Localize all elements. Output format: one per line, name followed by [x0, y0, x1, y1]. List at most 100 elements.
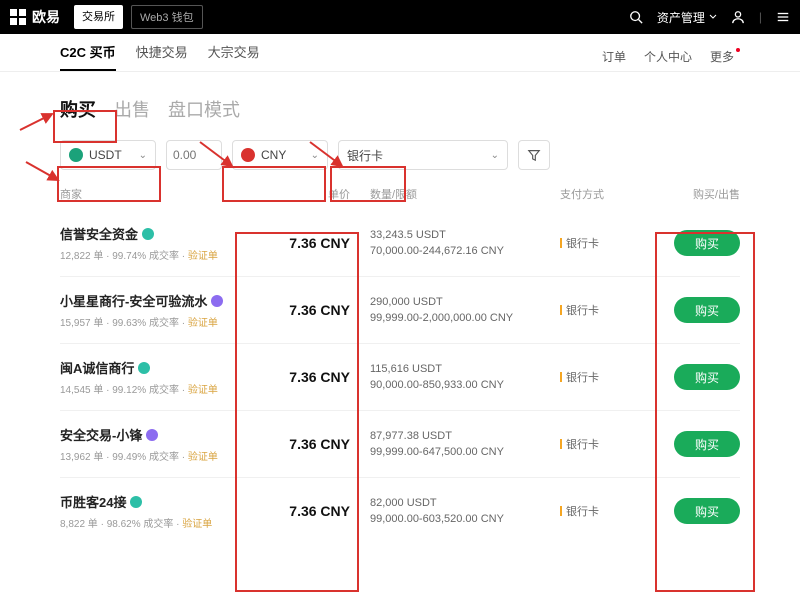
- coin-select-value: USDT: [89, 148, 122, 162]
- col-merchant: 商家: [60, 186, 260, 202]
- usdt-icon: [69, 148, 83, 162]
- qty-limit: 290,000 USDT99,999.00-2,000,000.00 CNY: [360, 294, 560, 327]
- payment-method: 银行卡: [560, 503, 650, 519]
- filter-button[interactable]: [518, 140, 550, 170]
- mode-tab-buy[interactable]: 购买: [60, 96, 96, 122]
- subnav-block[interactable]: 大宗交易: [208, 42, 260, 71]
- col-price: 单价: [260, 186, 360, 202]
- logo-icon: [10, 9, 26, 25]
- table-row: 币胜客24接 8,822 单 · 98.62% 成交率 · 验证单7.36 CNY…: [60, 477, 740, 544]
- payment-method: 银行卡: [560, 302, 650, 318]
- payment-select[interactable]: 银行卡 ⌄: [338, 140, 508, 170]
- buy-button[interactable]: 购买: [674, 364, 740, 390]
- buy-button[interactable]: 购买: [674, 498, 740, 524]
- table-row: 安全交易-小锋 13,962 单 · 99.49% 成交率 · 验证单7.36 C…: [60, 410, 740, 477]
- tab-web3-wallet[interactable]: Web3 钱包: [131, 5, 203, 29]
- payment-bar-icon: [560, 372, 562, 382]
- table-row: 闽A诚信商行 14,545 单 · 99.12% 成交率 · 验证单7.36 CN…: [60, 343, 740, 410]
- filters-row: USDT ⌄ CNY ⌄ 银行卡 ⌄: [0, 122, 800, 170]
- table-row: 信誉安全资金 12,822 单 · 99.74% 成交率 · 验证单7.36 CN…: [60, 210, 740, 276]
- merchant-badge-icon: [130, 496, 142, 508]
- verified-label: 验证单: [188, 318, 218, 329]
- qty-limit: 82,000 USDT99,000.00-603,520.00 CNY: [360, 495, 560, 528]
- buy-button[interactable]: 购买: [674, 431, 740, 457]
- subnav-quick[interactable]: 快捷交易: [136, 42, 188, 71]
- mode-tab-sell[interactable]: 出售: [114, 96, 150, 122]
- amount-input[interactable]: [166, 140, 222, 170]
- subnav-right: 订单 个人中心 更多: [602, 48, 740, 65]
- menu-icon[interactable]: [776, 10, 790, 24]
- price-value: 7.36 CNY: [260, 302, 360, 318]
- payment-method: 银行卡: [560, 235, 650, 251]
- qty-limit: 33,243.5 USDT70,000.00-244,672.16 CNY: [360, 227, 560, 260]
- subnav: C2C 买币 快捷交易 大宗交易 订单 个人中心 更多: [0, 34, 800, 72]
- tab-exchange[interactable]: 交易所: [74, 5, 123, 29]
- merchant-name[interactable]: 闽A诚信商行: [60, 358, 260, 377]
- verified-label: 验证单: [188, 385, 218, 396]
- chevron-down-icon: ⌄: [491, 150, 499, 161]
- currency-select[interactable]: CNY ⌄: [232, 140, 328, 170]
- funnel-icon: [527, 148, 541, 162]
- qty-limit: 115,616 USDT90,000.00-850,933.00 CNY: [360, 361, 560, 394]
- merchant-stats: 15,957 单 · 99.63% 成交率 · 验证单: [60, 314, 260, 329]
- price-value: 7.36 CNY: [260, 235, 360, 251]
- subnav-left: C2C 买币 快捷交易 大宗交易: [60, 42, 260, 71]
- chevron-down-icon: [709, 13, 717, 21]
- merchant-stats: 12,822 单 · 99.74% 成交率 · 验证单: [60, 247, 260, 262]
- notification-dot-icon: [736, 48, 740, 52]
- merchant-badge-icon: [211, 295, 223, 307]
- subnav-c2c[interactable]: C2C 买币: [60, 42, 116, 71]
- merchant-stats: 8,822 单 · 98.62% 成交率 · 验证单: [60, 515, 260, 530]
- verified-label: 验证单: [188, 251, 218, 262]
- col-qty: 数量/限额: [360, 186, 560, 202]
- brand-text: 欧易: [32, 7, 60, 27]
- merchant-stats: 14,545 单 · 99.12% 成交率 · 验证单: [60, 381, 260, 396]
- mode-tabs: 购买 出售 盘口模式: [60, 96, 740, 122]
- table-body: 信誉安全资金12,822 单 · 99.74% 成交率 · 验证单7.36 CN…: [0, 210, 800, 544]
- asset-management-link[interactable]: 资产管理: [657, 9, 717, 26]
- mode-tab-orderbook[interactable]: 盘口模式: [168, 96, 240, 122]
- chevron-down-icon: ⌄: [311, 150, 319, 161]
- top-product-tabs: 交易所 Web3 钱包: [74, 5, 203, 29]
- search-icon[interactable]: [629, 10, 643, 24]
- col-payment: 支付方式: [560, 186, 650, 202]
- coin-select[interactable]: USDT ⌄: [60, 140, 156, 170]
- brand-logo[interactable]: 欧易: [10, 7, 60, 27]
- merchant-name[interactable]: 安全交易-小锋: [60, 425, 260, 444]
- price-value: 7.36 CNY: [260, 369, 360, 385]
- price-value: 7.36 CNY: [260, 503, 360, 519]
- chevron-down-icon: ⌄: [139, 150, 147, 161]
- mode-wrap: 购买 出售 盘口模式: [0, 72, 800, 122]
- merchant-badge-icon: [142, 228, 154, 240]
- buy-button[interactable]: 购买: [674, 297, 740, 323]
- buy-button[interactable]: 购买: [674, 230, 740, 256]
- verified-label: 验证单: [182, 519, 212, 530]
- payment-select-value: 银行卡: [347, 147, 383, 164]
- payment-bar-icon: [560, 439, 562, 449]
- user-icon[interactable]: [731, 10, 745, 24]
- merchant-name[interactable]: 小星星商行-安全可验流水: [60, 291, 260, 310]
- merchant-name[interactable]: 币胜客24接: [60, 492, 260, 511]
- payment-bar-icon: [560, 506, 562, 516]
- subnav-profile[interactable]: 个人中心: [644, 48, 692, 65]
- table-header: 商家 单价 数量/限额 支付方式 购买/出售: [0, 170, 800, 210]
- cny-icon: [241, 148, 255, 162]
- currency-select-value: CNY: [261, 148, 286, 162]
- qty-limit: 87,977.38 USDT99,999.00-647,500.00 CNY: [360, 428, 560, 461]
- merchant-badge-icon: [146, 429, 158, 441]
- payment-method: 银行卡: [560, 436, 650, 452]
- asset-management-label: 资产管理: [657, 9, 705, 26]
- payment-method: 银行卡: [560, 369, 650, 385]
- merchant-stats: 13,962 单 · 99.49% 成交率 · 验证单: [60, 448, 260, 463]
- merchant-name[interactable]: 信誉安全资金: [60, 224, 260, 243]
- subnav-orders[interactable]: 订单: [602, 48, 626, 65]
- topbar-right: 资产管理 |: [629, 9, 790, 26]
- table-row: 小星星商行-安全可验流水 15,957 单 · 99.63% 成交率 · 验证单7…: [60, 276, 740, 343]
- col-action: 购买/出售: [650, 186, 740, 202]
- payment-bar-icon: [560, 305, 562, 315]
- merchant-badge-icon: [138, 362, 150, 374]
- verified-label: 验证单: [188, 452, 218, 463]
- subnav-more[interactable]: 更多: [710, 48, 740, 65]
- payment-bar-icon: [560, 238, 562, 248]
- price-value: 7.36 CNY: [260, 436, 360, 452]
